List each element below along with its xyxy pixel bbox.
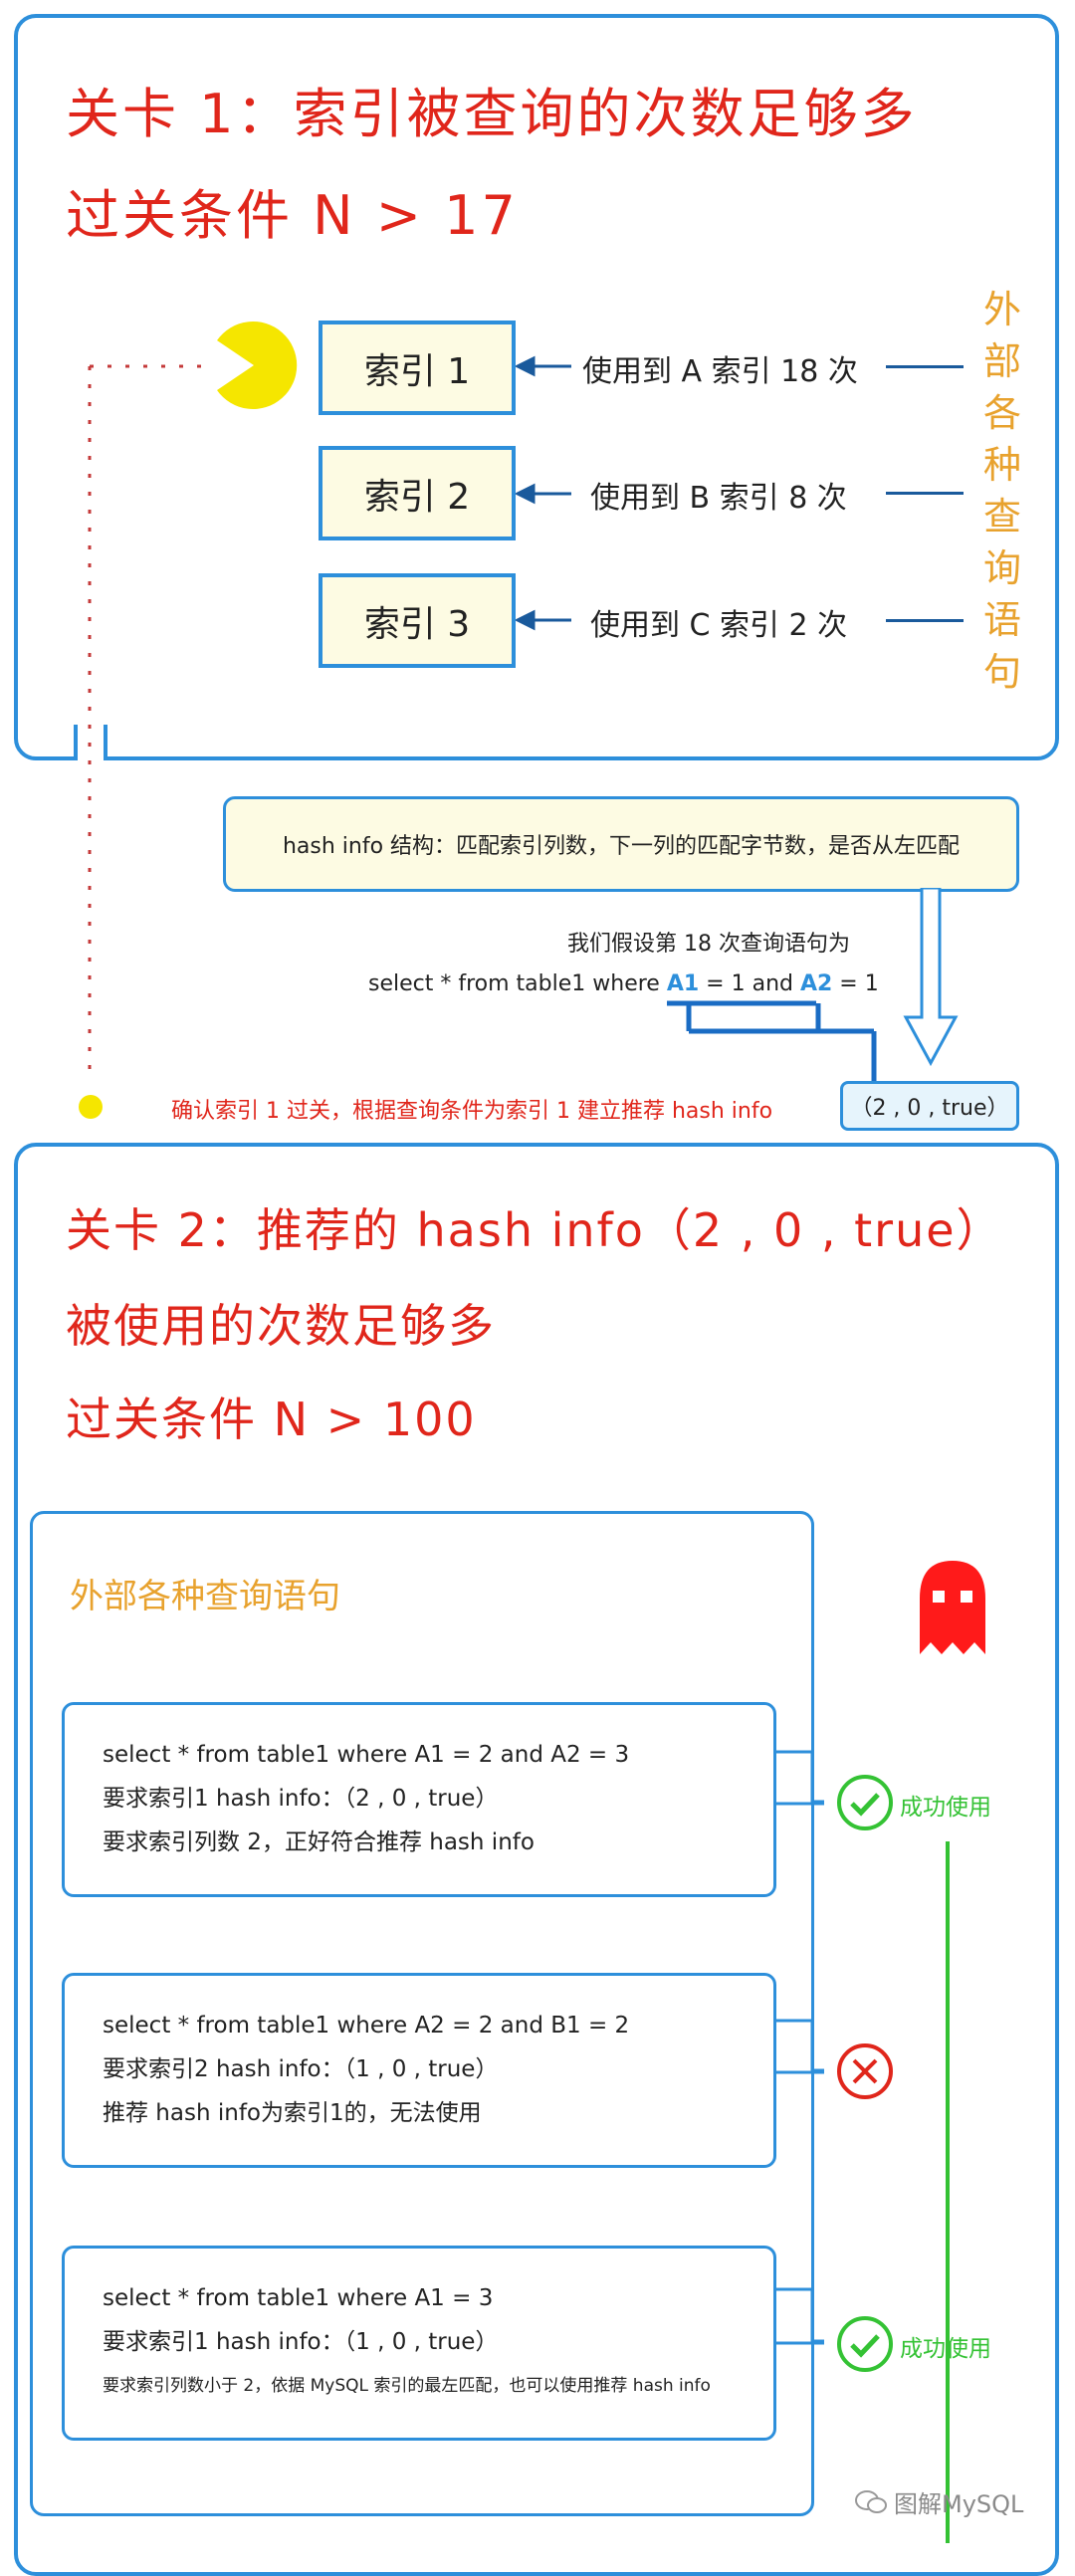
query-box-2: select * from table1 where A2 = 2 and B1… xyxy=(62,1973,776,2168)
index-box-1: 索引 1 xyxy=(319,321,516,415)
index-box-2: 索引 2 xyxy=(319,446,516,540)
check-icon-1 xyxy=(837,1775,893,1830)
query-3-note: 要求索引列数小于 2，依据 MySQL 索引的最左匹配，也可以使用推荐 hash… xyxy=(103,2376,711,2396)
usage-text-3: 使用到 C 索引 2 次 xyxy=(590,608,848,643)
side-label-external-queries: 外 部 各 种 查 询 语 句 xyxy=(982,288,1021,694)
level1-title: 关卡 1：索引被查询的次数足够多 xyxy=(66,83,918,145)
level1-condition: 过关条件 N > 17 xyxy=(66,184,519,247)
query-2-note: 推荐 hash info为索引1的，无法使用 xyxy=(103,2100,482,2126)
confirm-text: 确认索引 1 过关，根据查询条件为索引 1 建立推荐 hash info xyxy=(171,1099,773,1124)
check-icon-2 xyxy=(837,2316,893,2372)
side-line-2 xyxy=(886,492,964,495)
level2-condition: 过关条件 N > 100 xyxy=(66,1393,477,1446)
side-line-1 xyxy=(886,365,964,368)
query-1-sql: select * from table1 where A1 = 2 and A2… xyxy=(103,1742,630,1768)
dotted-path xyxy=(88,364,209,1075)
usage-text-1: 使用到 A 索引 18 次 xyxy=(582,354,858,389)
notch-line-left xyxy=(74,725,78,760)
hash-info-structure-text: hash info 结构：匹配索引列数，下一列的匹配字节数，是否从左匹配 xyxy=(282,834,961,859)
wechat-icon xyxy=(855,2489,887,2513)
index-box-3: 索引 3 xyxy=(319,573,516,668)
query-connectors xyxy=(776,1750,824,2345)
col-a2: A2 xyxy=(799,971,833,996)
col-a1: A1 xyxy=(666,971,700,996)
query-3-sql: select * from table1 where A1 = 3 xyxy=(103,2285,494,2311)
usage-arrows xyxy=(516,355,571,631)
pacman-icon xyxy=(217,322,298,409)
level2-title-line1: 关卡 2：推荐的 hash info（2 , 0 , true） xyxy=(66,1203,1004,1257)
ghost-icon xyxy=(920,1561,985,1654)
side-line-3 xyxy=(886,619,964,622)
query-box-1: select * from table1 where A1 = 2 and A2… xyxy=(62,1702,776,1897)
sql-statement: select * from table1 where A1 = 1 and A2… xyxy=(368,971,879,996)
green-progress-line xyxy=(946,1841,950,2543)
query-3-required: 要求索引1 hash info：（1 , 0 , true） xyxy=(103,2329,499,2355)
result-hash-info-box: （2 , 0 , true） xyxy=(840,1081,1019,1131)
down-arrow xyxy=(903,888,959,1067)
hash-info-structure-box: hash info 结构：匹配索引列数，下一列的匹配字节数，是否从左匹配 xyxy=(223,796,1019,892)
queries-heading: 外部各种查询语句 xyxy=(70,1577,340,1616)
result-label-1: 成功使用 xyxy=(900,1795,991,1821)
query-2-sql: select * from table1 where A2 = 2 and B1… xyxy=(103,2013,630,2039)
assume-text: 我们假设第 18 次查询语句为 xyxy=(567,932,850,957)
watermark: 图解MySQL xyxy=(854,2484,1023,2519)
usage-text-2: 使用到 B 索引 8 次 xyxy=(590,481,847,516)
level2-title-line2: 被使用的次数足够多 xyxy=(66,1299,496,1353)
query-2-required: 要求索引2 hash info：（1 , 0 , true） xyxy=(103,2056,499,2082)
watermark-text: 图解MySQL xyxy=(894,2490,1024,2518)
query-box-3: select * from table1 where A1 = 3 要求索引1 … xyxy=(62,2246,776,2441)
result-hash-info-text: （2 , 0 , true） xyxy=(850,1096,1009,1121)
cross-icon xyxy=(837,2043,893,2099)
yellow-dot xyxy=(79,1095,103,1119)
query-1-note: 要求索引列数 2，正好符合推荐 hash info xyxy=(103,1829,535,1855)
query-1-required: 要求索引1 hash info：（2 , 0 , true） xyxy=(103,1786,499,1812)
